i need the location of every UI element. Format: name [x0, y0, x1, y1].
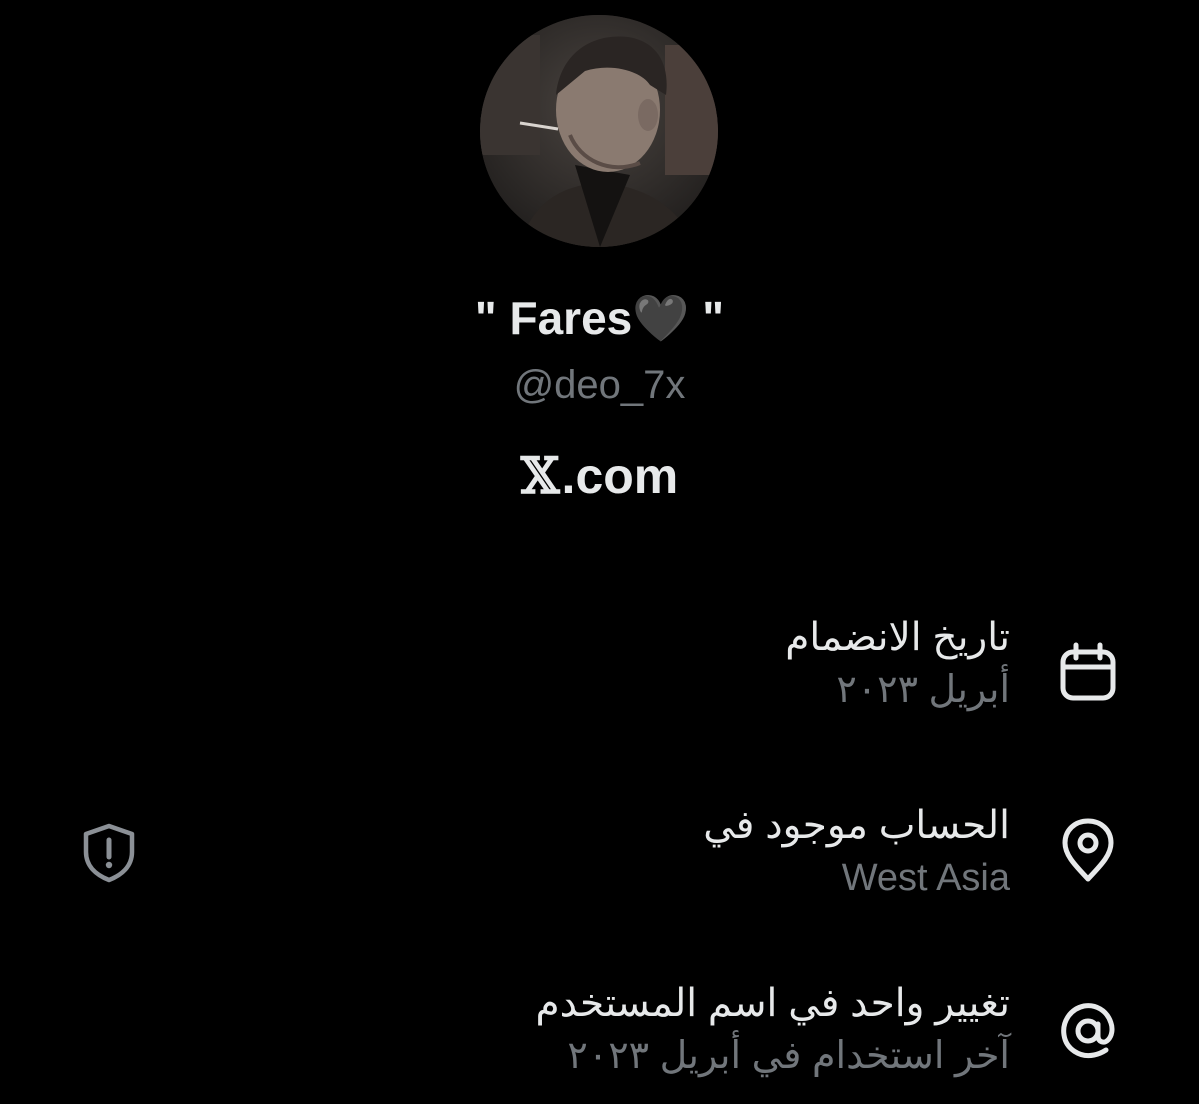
account-location-value: West Asia: [841, 857, 1010, 899]
at-sign-icon: [1055, 998, 1121, 1064]
joined-date-value: أبريل ٢٠٢٣: [836, 669, 1010, 711]
account-location-title: الحساب موجود في: [703, 804, 1010, 847]
username-changes-row: تغيير واحد في اسم المستخدم آخر استخدام ف…: [300, 978, 1010, 1082]
website-suffix: .com: [561, 448, 679, 504]
account-location-row: الحساب موجود في West Asia: [300, 800, 1010, 904]
username-changes-title: تغيير واحد في اسم المستخدم: [535, 982, 1010, 1025]
display-name: " Fares🖤 ": [474, 292, 725, 344]
profile-handle: @deo_7x: [513, 363, 686, 407]
username-changes-value: آخر استخدام في أبريل ٢٠٢٣: [567, 1035, 1010, 1077]
website-link[interactable]: 𝕏.com: [0, 445, 1199, 507]
location-pin-icon: [1055, 818, 1121, 884]
joined-date-row: تاريخ الانضمام أبريل ٢٠٢٣: [300, 612, 1010, 716]
profile-avatar[interactable]: [480, 15, 718, 247]
calendar-icon: [1055, 640, 1121, 706]
avatar-photo: [480, 15, 718, 247]
joined-date-title: تاريخ الانضمام: [785, 616, 1010, 659]
x-logo-glyph: 𝕏: [520, 446, 560, 505]
shield-alert-icon[interactable]: [78, 822, 140, 884]
